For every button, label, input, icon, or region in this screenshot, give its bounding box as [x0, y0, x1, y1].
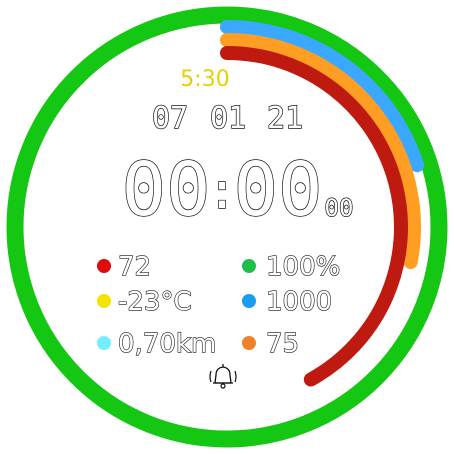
steps-value: 1000 [266, 287, 332, 317]
calories-dot [242, 336, 256, 350]
temperature-dot [97, 294, 111, 308]
battery-value: 100% [266, 252, 340, 282]
distance-value: 0,70km [118, 329, 216, 359]
watch-face: 5:30 07 01 21 00 : 00 00 72 100% -23°C 1… [0, 0, 454, 454]
minutes: 00 [233, 147, 322, 233]
hours: 00 [121, 147, 210, 233]
steps-dot [242, 294, 256, 308]
heart-rate-dot [97, 259, 111, 273]
heart-rate-value: 72 [118, 252, 151, 282]
temperature-value: -23°C [118, 287, 192, 317]
bell-icon[interactable] [209, 364, 237, 389]
watch-face-canvas: 5:30 07 01 21 00 : 00 00 72 100% -23°C 1… [6, 6, 448, 448]
date-month: 01 [210, 101, 246, 136]
date-year: 21 [267, 101, 303, 136]
distance-dot [97, 336, 111, 350]
date-day: 07 [152, 101, 188, 136]
calories-value: 75 [266, 329, 299, 359]
seconds: 00 [325, 194, 354, 222]
battery-dot [242, 259, 256, 273]
small-time: 5:30 [180, 67, 229, 92]
